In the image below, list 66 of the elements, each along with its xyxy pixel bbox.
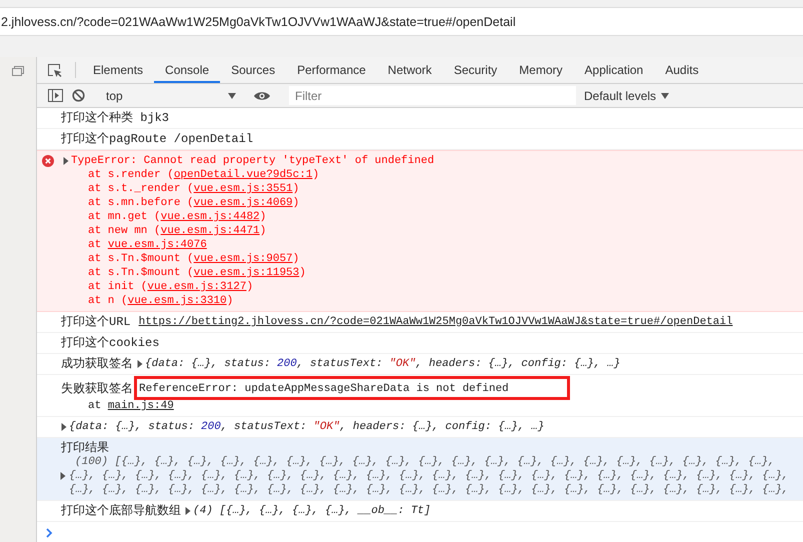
stack-frame: at s.mn.before (vue.esm.js:4069) — [71, 196, 799, 210]
inspect-element-icon[interactable] — [47, 62, 62, 78]
stack-frame: at main.js:49 — [61, 396, 799, 413]
source-link[interactable]: vue.esm.js:11953 — [194, 267, 300, 279]
object-preview: (4) [{…}, {…}, {…}, {…}, __ob__: Tt] — [193, 504, 431, 518]
source-link[interactable]: vue.esm.js:4482 — [160, 211, 260, 223]
caret-icon — [661, 92, 670, 98]
devtools-tab[interactable]: Security — [442, 59, 508, 83]
prompt-chevron-icon — [46, 528, 53, 538]
log-message: 成功获取签名 — [61, 357, 133, 371]
stack-frame: at vue.esm.js:4076 — [71, 238, 799, 252]
device-toolbar-icon[interactable] — [12, 66, 24, 76]
source-link[interactable]: vue.esm.js:4471 — [160, 225, 260, 237]
log-message: 打印这个种类 bjk3 — [61, 111, 170, 125]
eye-icon[interactable] — [254, 90, 270, 100]
error-message: TypeError: Cannot read property 'typeText' of undefined — [71, 154, 434, 168]
devtools-tab[interactable]: Application — [574, 59, 654, 83]
error-message: ReferenceError: updateAppMessageShareData is not defined — [139, 382, 509, 396]
log-message: 打印这个pagRoute /openDetail — [61, 132, 254, 146]
log-message: 打印这个底部导航数组 — [61, 504, 181, 518]
expand-triangle-icon[interactable] — [137, 360, 143, 368]
clear-console-icon[interactable] — [72, 89, 85, 102]
source-link[interactable]: vue.esm.js:4069 — [194, 197, 293, 209]
expand-triangle-icon[interactable] — [185, 507, 191, 515]
array-preview-line: {…}, {…}, {…}, {…}, {…}, {…}, {…}, {…}, {…}, {…}, {…}, {…}, {…}, {…}, {…}, {…}, {…}, {…}, {…}, {…}, {…}, {…}, — [69, 483, 789, 497]
devtools-tab[interactable]: Elements — [82, 59, 154, 83]
stack-frame: at s.Tn.$mount (vue.esm.js:11953) — [71, 266, 799, 280]
source-link[interactable]: vue.esm.js:4076 — [108, 239, 207, 251]
stack-frame: at s.t._render (vue.esm.js:3551) — [71, 182, 799, 196]
stack-frame: at s.Tn.$mount (vue.esm.js:9057) — [71, 252, 799, 266]
log-message: 打印这个URL — [61, 315, 131, 329]
filter-field[interactable]: Filter — [289, 86, 576, 105]
source-link[interactable]: main.js:49 — [108, 400, 174, 412]
error-icon — [42, 155, 54, 167]
devtools-tab[interactable]: Audits — [654, 59, 710, 83]
devtools-tab[interactable]: Network — [376, 59, 443, 83]
stack-frame: at new mn (vue.esm.js:4471) — [71, 224, 799, 238]
url-link[interactable]: https://betting2.jhlovess.cn/?code=021WAaWw1W25Mg0aVkTw1OJVVw1WAaWJ&state=true#/openDetail — [138, 315, 733, 329]
stack-frame: at n (vue.esm.js:3310) — [71, 294, 799, 308]
stack-frame: at mn.get (vue.esm.js:4482) — [71, 210, 799, 224]
devtools-tab[interactable]: Performance — [286, 59, 377, 83]
caret-icon — [228, 92, 236, 98]
log-message: 失败获取签名 — [61, 382, 133, 396]
url-text: 2.jhlovess.cn/?code=021WAaWw1W25Mg0aVkTw1OJVVw1WAaWJ&state=true#/openDetail — [0, 14, 516, 28]
source-link[interactable]: vue.esm.js:3127 — [147, 281, 246, 293]
object-preview: {data: {…}, status: 200, statusText: "OK", headers: {…}, config: {…}, …} — [145, 357, 620, 371]
stack-frame: at s.render (openDetail.vue?9d5c:1) — [71, 168, 799, 182]
source-link[interactable]: vue.esm.js:3310 — [128, 295, 227, 307]
log-message: 打印结果 — [61, 441, 110, 455]
source-link[interactable]: vue.esm.js:3551 — [194, 183, 293, 195]
source-link[interactable]: openDetail.vue?9d5c:1 — [174, 169, 312, 181]
sidebar-toggle-icon[interactable] — [48, 89, 63, 102]
address-bar[interactable]: 2.jhlovess.cn/?code=021WAaWw1W25Mg0aVkTw1OJVVw1WAaWJ&state=true#/openDetail — [0, 7, 803, 36]
devtools-tab[interactable]: Sources — [220, 59, 286, 83]
devtools-tab[interactable]: Memory — [508, 59, 574, 83]
log-message: 打印这个cookies — [61, 336, 160, 350]
expand-triangle-icon[interactable] — [63, 157, 69, 165]
levels-dropdown[interactable]: Default levels — [584, 88, 670, 102]
array-preview-line: {…}, {…}, {…}, {…}, {…}, {…}, {…}, {…}, {…}, {…}, {…}, {…}, {…}, {…}, {…}, {…}, {…}, {…}, {…}, {…}, {…}, {…}, — [69, 469, 789, 483]
array-preview-line: (100) [{…}, {…}, {…}, {…}, {…}, {…}, {…}, {…}, {…}, {…}, {…}, {…}, {…}, {…}, {…}, {…}, {…}, {…}, {…}, {…}, — [74, 455, 776, 469]
source-link[interactable]: vue.esm.js:9057 — [194, 253, 293, 265]
stack-frame: at init (vue.esm.js:3127) — [71, 280, 799, 294]
object-preview: {data: {…}, status: 200, statusText: "OK", headers: {…}, config: {…}, …} — [69, 420, 544, 434]
context-dropdown[interactable]: top — [104, 88, 238, 102]
expand-triangle-icon[interactable] — [61, 423, 67, 431]
expand-triangle-icon[interactable] — [60, 472, 66, 480]
